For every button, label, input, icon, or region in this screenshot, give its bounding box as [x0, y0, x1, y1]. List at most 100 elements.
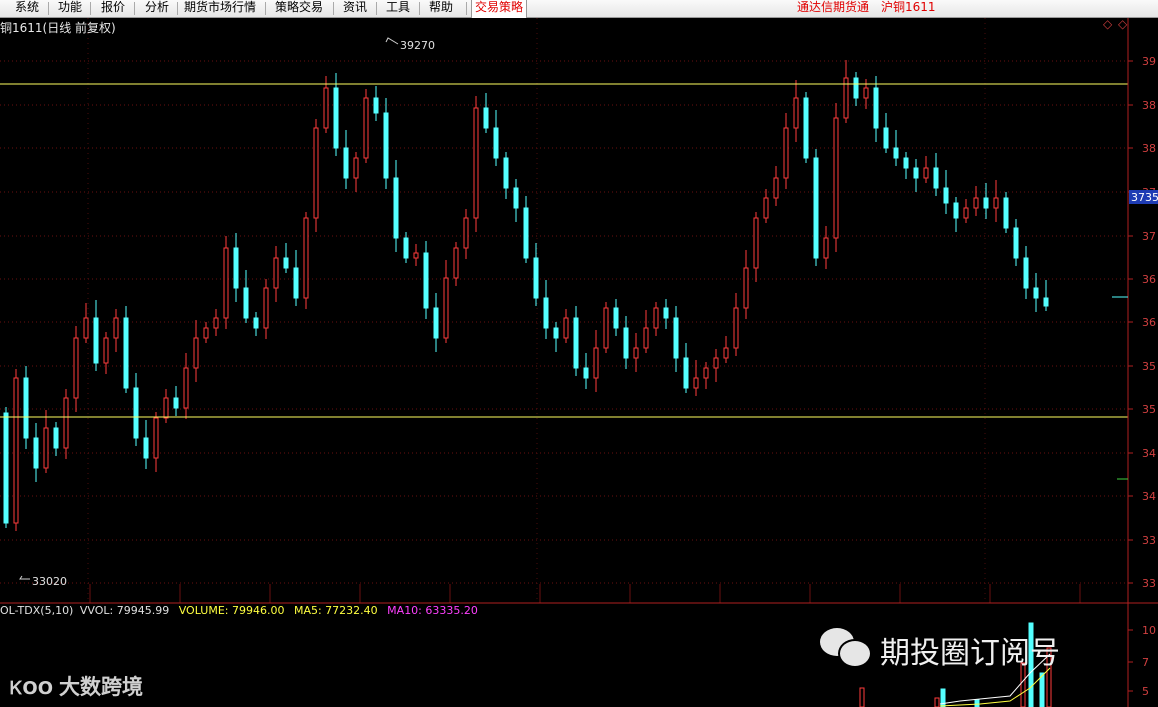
candle-body — [593, 347, 599, 379]
candle-body — [583, 367, 589, 379]
menu-trading-strategy[interactable]: 交易策略 — [471, 0, 528, 18]
candle-body — [913, 167, 919, 179]
candle-body — [223, 247, 229, 319]
candle-body — [823, 237, 829, 259]
candle-body — [723, 347, 729, 359]
volume-indicator-line: OL-TDX(5,10) VVOL: 79945.99 VOLUME: 7994… — [0, 604, 478, 617]
candle-body — [993, 197, 999, 209]
candle-body — [663, 307, 669, 319]
candle-body — [503, 157, 509, 189]
volume-axis-label: 5 — [1142, 685, 1149, 698]
indicator-name[interactable]: OL-TDX(5,10) — [0, 604, 73, 617]
indicator-volume: VOLUME: 79946.00 — [178, 604, 285, 617]
kuajing-logo-icon: ᏦOO — [10, 678, 54, 699]
watermark-right: 期投圈订阅号 — [880, 636, 1060, 671]
candle-body — [893, 147, 899, 159]
menu-system[interactable]: 系统 — [15, 0, 39, 17]
candle-body — [743, 267, 749, 309]
menu-bar: 系统 功能 报价 分析 期货市场行情 策略交易 资讯 工具 帮助 交易策略 通达… — [0, 0, 1158, 18]
candle-body — [453, 247, 459, 279]
candle-body — [683, 357, 689, 389]
candle-body — [163, 397, 169, 419]
watermark-left: ᏦOO 大数跨境 — [10, 675, 144, 699]
candle-body — [643, 327, 649, 349]
candle-body — [353, 157, 359, 179]
candle-body — [173, 397, 179, 409]
menu-separator — [265, 2, 266, 15]
candle-body — [953, 202, 959, 219]
candle-body — [393, 177, 399, 239]
menu-analysis[interactable]: 分析 — [145, 0, 169, 17]
high-marker — [385, 37, 399, 45]
candle-body — [873, 87, 879, 129]
candle-body — [383, 112, 389, 179]
menu-separator — [134, 2, 135, 15]
menu-tools[interactable]: 工具 — [386, 0, 410, 17]
price-axis-label: 35 — [1142, 403, 1156, 416]
menu-help[interactable]: 帮助 — [429, 0, 453, 17]
menu-quote[interactable]: 报价 — [101, 0, 125, 17]
candle-body — [733, 307, 739, 349]
candle-body — [903, 157, 909, 169]
candle-body — [713, 357, 719, 369]
candle-body — [13, 377, 19, 524]
candle-body — [1013, 227, 1019, 259]
diamond-icons[interactable]: ◇ ◇ — [1103, 17, 1128, 31]
price-axis-label: 36 — [1142, 273, 1156, 286]
candle-body — [753, 217, 759, 269]
volume-bar — [974, 699, 980, 707]
candle-body — [313, 127, 319, 219]
candle-body — [43, 427, 49, 469]
candle-body — [783, 127, 789, 179]
candle-body — [283, 257, 289, 269]
candle-body — [553, 327, 559, 339]
candle-body — [773, 177, 779, 199]
volume-bar — [859, 687, 865, 707]
candle-body — [653, 307, 659, 329]
candle-body — [3, 412, 9, 524]
menu-separator — [466, 2, 467, 15]
candle-body — [963, 207, 969, 219]
candle-body — [853, 77, 859, 99]
menu-separator — [376, 2, 377, 15]
candle-body — [793, 97, 799, 129]
indicator-vvol: VVOL: 79945.99 — [79, 604, 170, 617]
contract-name[interactable]: 沪铜1611 — [881, 0, 936, 17]
candle-body — [1033, 287, 1039, 299]
candle-body — [803, 97, 809, 159]
menu-separator — [177, 2, 178, 15]
candle-body — [513, 187, 519, 209]
menu-separator — [90, 2, 91, 15]
high-price-label: 39270 — [400, 39, 435, 52]
candle-body — [363, 97, 369, 159]
menu-news[interactable]: 资讯 — [343, 0, 367, 17]
candle-body — [923, 167, 929, 179]
candle-body — [673, 317, 679, 359]
volume-bar — [940, 688, 946, 707]
volume-axis-label: 7 — [1142, 656, 1149, 669]
menu-futures-market[interactable]: 期货市场行情 — [184, 0, 256, 17]
candle-body — [1003, 197, 1009, 229]
candle-body — [573, 317, 579, 369]
menu-function[interactable]: 功能 — [58, 0, 82, 17]
candle-body — [473, 107, 479, 219]
chart-title: 铜1611(日线 前复权) — [0, 21, 116, 35]
candle-body — [1023, 257, 1029, 289]
broker-name: 通达信期货通 — [797, 0, 870, 14]
volume-bar — [934, 697, 940, 707]
candle-body — [103, 337, 109, 364]
candle-body — [153, 417, 159, 459]
candle-body — [243, 287, 249, 319]
low-marker — [19, 575, 30, 580]
price-axis-label: 36 — [1142, 316, 1156, 329]
menu-strategy-trading[interactable]: 策略交易 — [275, 0, 323, 17]
candle-body — [693, 377, 699, 389]
candle-body — [333, 87, 339, 149]
candle-body — [123, 317, 129, 389]
candle-body — [483, 107, 489, 129]
candle-body — [323, 87, 329, 129]
candle-body — [273, 257, 279, 289]
price-axis-label: 37 — [1142, 230, 1156, 243]
candle-body — [833, 117, 839, 239]
candle-body — [603, 307, 609, 349]
